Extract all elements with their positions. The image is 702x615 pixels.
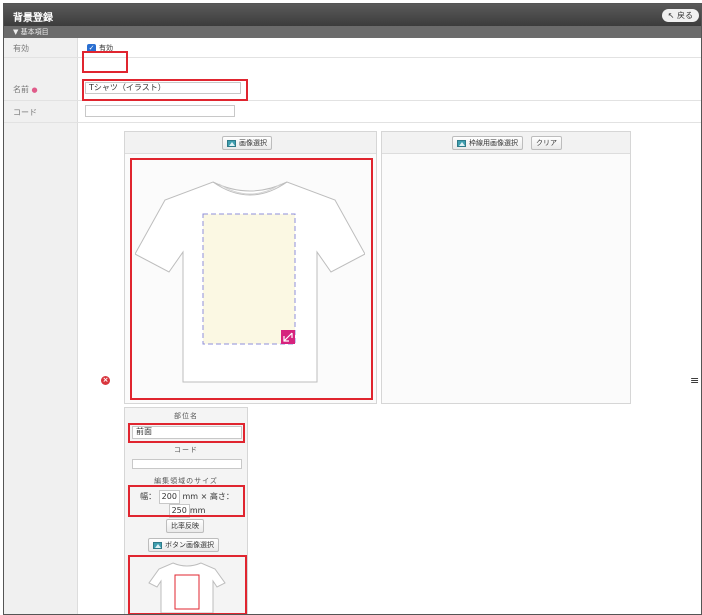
back-button[interactable]: ↖ 戻る <box>661 9 699 22</box>
image-icon <box>153 541 162 549</box>
name-row: 名前 ● Tシャツ（イラスト） <box>4 76 701 101</box>
button-image-select-button[interactable]: ボタン画像選択 <box>148 538 219 552</box>
enabled-row: 有効 ✓ 有効 <box>4 38 701 58</box>
tshirt-thumbnail <box>148 562 226 614</box>
code-row: コード <box>4 101 701 123</box>
enabled-checkbox[interactable]: ✓ 有効 <box>87 43 113 53</box>
height-label: 高さ： <box>209 492 234 501</box>
size-label: 編集領域のサイズ <box>154 477 218 485</box>
image-icon <box>227 139 236 147</box>
image-icon <box>457 139 466 147</box>
times-sign: × <box>200 492 208 501</box>
back-button-label: 戻る <box>677 11 693 20</box>
frame-panel-header: 枠線用画像選択 クリア <box>382 132 630 154</box>
width-label: 幅： <box>140 492 157 501</box>
title-bar: 背景登録 ↖ 戻る <box>4 4 701 26</box>
image-select-label: 画像選択 <box>239 139 267 147</box>
window-title: 背景登録 <box>13 13 53 24</box>
hamburger-icon[interactable]: ≡ <box>690 375 699 386</box>
ratio-apply-button[interactable]: 比率反映 <box>166 519 204 533</box>
image-panel: 画像選択 <box>124 131 377 404</box>
edit-area[interactable] <box>202 213 296 345</box>
part-code-label: コード <box>174 446 198 454</box>
enabled-label: 有効 <box>13 44 29 53</box>
back-arrow-icon: ↖ <box>667 11 675 20</box>
tshirt-canvas[interactable] <box>135 174 365 386</box>
button-image-preview[interactable] <box>133 559 241 615</box>
width-input[interactable]: 200 <box>158 490 180 504</box>
image-select-button[interactable]: 画像選択 <box>222 136 272 150</box>
check-icon: ✓ <box>87 43 96 53</box>
name-label-text: 名前 <box>13 85 29 94</box>
height-unit: mm <box>189 506 206 515</box>
frame-image-select-label: 枠線用画像選択 <box>469 139 518 147</box>
section-basic-items[interactable]: ▼ 基本項目 <box>4 26 701 38</box>
part-name-label: 部位名 <box>174 412 198 420</box>
part-code-input[interactable] <box>132 459 242 469</box>
width-unit: mm <box>182 492 199 501</box>
frame-image-panel: 枠線用画像選択 クリア <box>381 131 631 404</box>
height-input[interactable]: 250 <box>168 504 190 518</box>
name-input[interactable]: Tシャツ（イラスト） <box>85 82 241 94</box>
required-mark: ● <box>31 86 38 94</box>
label-column <box>4 38 78 614</box>
frame-image-select-button[interactable]: 枠線用画像選択 <box>452 136 523 150</box>
code-label: コード <box>13 108 37 117</box>
registration-window: 背景登録 ↖ 戻る ▼ 基本項目 有効 ✓ 有効 名前 ● Tシャツ（イラスト）… <box>3 3 702 615</box>
part-name-input[interactable]: 前面 <box>132 426 242 439</box>
size-inputs: 幅： 200 mm × 高さ： 250 mm <box>132 490 242 518</box>
clear-button[interactable]: クリア <box>531 136 562 150</box>
x-circle-icon[interactable]: × <box>101 376 110 385</box>
code-input[interactable] <box>85 105 235 117</box>
button-image-select-label: ボタン画像選択 <box>165 541 214 549</box>
image-panel-header: 画像選択 <box>125 132 376 154</box>
name-label: 名前 ● <box>13 84 38 95</box>
enabled-checkbox-label: 有効 <box>99 44 113 52</box>
